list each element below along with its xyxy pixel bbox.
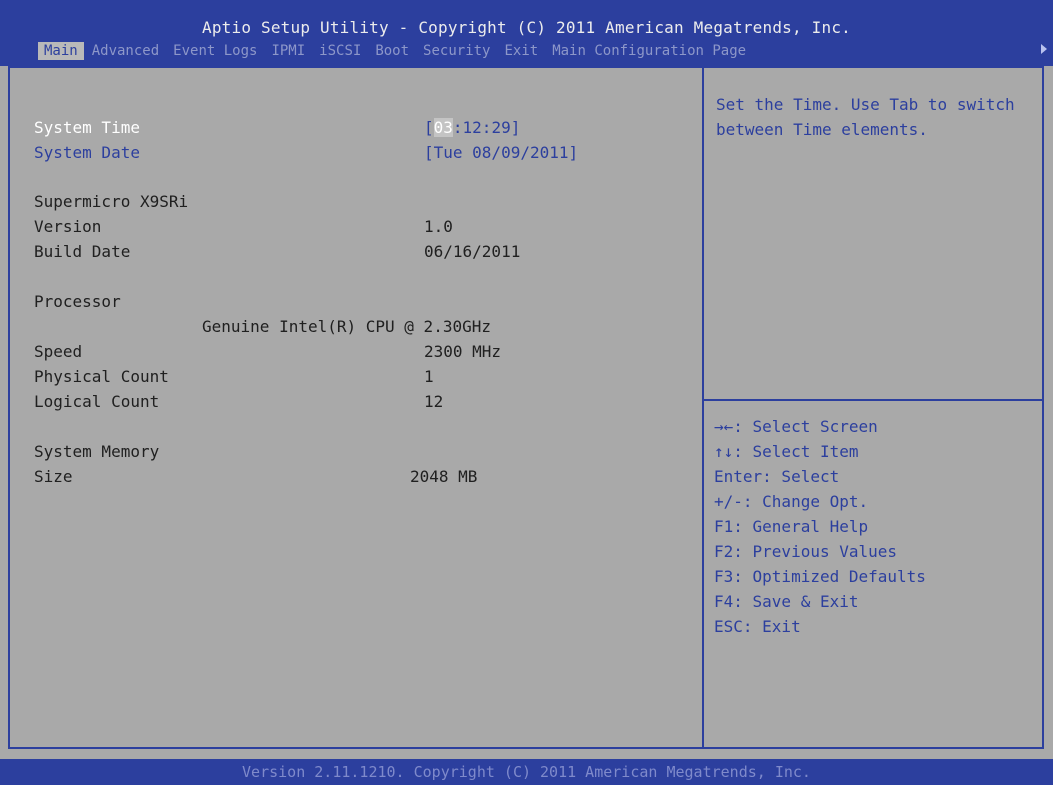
system-time-field[interactable]: [03:12:29] xyxy=(424,118,520,137)
memory-size-value: 2048 MB xyxy=(410,467,478,486)
menu-tabs: Main Advanced Event Logs IPMI iSCSI Boot… xyxy=(38,40,754,62)
build-date-label: Build Date xyxy=(34,242,131,261)
tab-main[interactable]: Main xyxy=(38,42,84,60)
key-previous-values: F2: Previous Values xyxy=(714,542,898,561)
board-name: Supermicro X9SRi xyxy=(34,192,189,211)
speed-label: Speed xyxy=(34,342,83,361)
key-select-screen: →←: Select Screen xyxy=(714,417,878,436)
key-legend: →←: Select Screen ↑↓: Select Item Enter:… xyxy=(714,414,926,639)
settings-pane: System Time [03:12:29] System Date [Tue … xyxy=(10,68,702,747)
version-copyright: Version 2.11.1210. Copyright (C) 2011 Am… xyxy=(242,763,811,781)
processor-label: Processor xyxy=(34,292,121,311)
tab-main-configuration-page[interactable]: Main Configuration Page xyxy=(546,42,752,60)
tab-exit[interactable]: Exit xyxy=(498,42,544,60)
processor-name: Genuine Intel(R) CPU @ 2.30GHz xyxy=(202,317,491,336)
version-label: Version xyxy=(34,217,102,236)
key-change-option: +/-: Change Opt. xyxy=(714,492,869,511)
speed-value: 2300 MHz xyxy=(424,342,502,361)
key-optimized-defaults: F3: Optimized Defaults xyxy=(714,567,926,586)
scroll-right-arrow-icon[interactable] xyxy=(1041,44,1047,54)
key-save-exit: F4: Save & Exit xyxy=(714,592,859,611)
system-memory-label: System Memory xyxy=(34,442,160,461)
physical-count-value: 1 xyxy=(424,367,434,386)
footer-bar: Version 2.11.1210. Copyright (C) 2011 Am… xyxy=(0,759,1053,785)
bottom-gap xyxy=(0,749,1053,759)
key-enter-select: Enter: Select xyxy=(714,467,840,486)
title-bar: Aptio Setup Utility - Copyright (C) 2011… xyxy=(0,0,1053,66)
memory-size-label: Size xyxy=(34,467,73,486)
tab-ipmi[interactable]: IPMI xyxy=(265,42,311,60)
key-esc-exit: ESC: Exit xyxy=(714,617,801,636)
help-description: Set the Time. Use Tab to switch between … xyxy=(716,95,1015,139)
bottom-edge xyxy=(0,785,1053,793)
help-pane: Set the Time. Use Tab to switch between … xyxy=(702,68,1042,747)
time-hour-cursor[interactable]: 03 xyxy=(433,118,453,137)
tab-advanced[interactable]: Advanced xyxy=(86,42,165,60)
tab-event-logs[interactable]: Event Logs xyxy=(167,42,263,60)
key-select-item: ↑↓: Select Item xyxy=(714,442,859,461)
tab-boot[interactable]: Boot xyxy=(369,42,415,60)
tab-security[interactable]: Security xyxy=(417,42,496,60)
system-date-field[interactable]: [Tue 08/09/2011] xyxy=(424,143,578,162)
logical-count-value: 12 xyxy=(424,392,444,411)
help-divider xyxy=(704,399,1042,401)
content-frame: System Time [03:12:29] System Date [Tue … xyxy=(8,66,1044,749)
system-date-label[interactable]: System Date xyxy=(34,143,140,162)
logical-count-label: Logical Count xyxy=(34,392,160,411)
bios-screen: Aptio Setup Utility - Copyright (C) 2011… xyxy=(0,0,1053,793)
tab-iscsi[interactable]: iSCSI xyxy=(313,42,367,60)
key-general-help: F1: General Help xyxy=(714,517,869,536)
utility-title: Aptio Setup Utility - Copyright (C) 2011… xyxy=(202,18,851,37)
build-date-value: 06/16/2011 xyxy=(424,242,521,261)
system-time-label[interactable]: System Time xyxy=(34,118,140,137)
physical-count-label: Physical Count xyxy=(34,367,169,386)
version-value: 1.0 xyxy=(424,217,453,236)
